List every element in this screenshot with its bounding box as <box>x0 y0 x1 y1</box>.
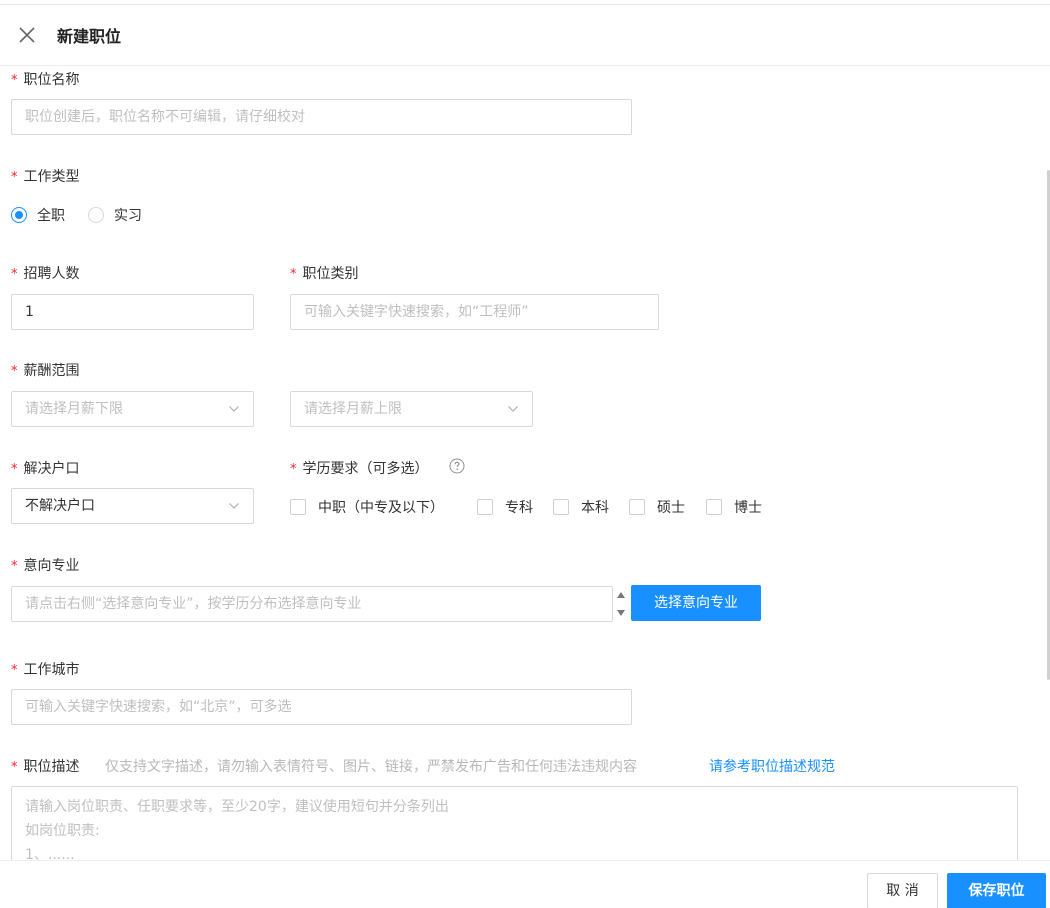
hukou-select[interactable]: 不解决户口 <box>11 488 254 524</box>
headcount-label: * 招聘人数 <box>11 266 80 282</box>
job-name-input[interactable]: 职位创建后，职位名称不可编辑，请仔细校对 <box>11 99 632 135</box>
checkbox-box <box>290 499 306 515</box>
job-category-label: * 职位类别 <box>290 266 359 282</box>
checkbox-box <box>477 499 493 515</box>
dialog-footer: 取 消 保存职位 <box>0 860 1050 908</box>
checkbox-doctor[interactable]: 博士 <box>706 497 762 517</box>
page-title: 新建职位 <box>57 27 122 46</box>
headcount-input[interactable]: 1 <box>11 294 254 330</box>
job-type-label: * 工作类型 <box>11 169 80 185</box>
description-label: * 职位描述 <box>11 759 80 775</box>
question-circle-icon[interactable] <box>449 458 465 474</box>
select-major-button[interactable]: 选择意向专业 <box>631 585 761 621</box>
checkbox-box <box>706 499 722 515</box>
chevron-down-icon <box>229 503 239 509</box>
checkbox-box <box>553 499 569 515</box>
radio-internship[interactable]: 实习 <box>88 205 142 225</box>
checkbox-bachelor[interactable]: 本科 <box>553 497 609 517</box>
job-category-input[interactable]: 可输入关键字快速搜索，如“工程师” <box>290 294 659 330</box>
city-input[interactable]: 可输入关键字快速搜索，如“北京”，可多选 <box>11 689 632 725</box>
checkbox-vocational[interactable]: 中职（中专及以下） <box>290 497 444 517</box>
chevron-down-icon <box>229 406 239 412</box>
save-job-button[interactable]: 保存职位 <box>947 873 1046 908</box>
radio-circle <box>88 207 104 223</box>
description-guide-link[interactable]: 请参考职位描述规范 <box>709 756 835 776</box>
checkbox-master[interactable]: 硕士 <box>629 497 685 517</box>
description-hint: 仅支持文字描述，请勿输入表情符号、图片、链接，严禁发布广告和任何违法违规内容 <box>105 759 637 775</box>
salary-min-select[interactable]: 请选择月薪下限 <box>11 391 254 427</box>
spinner-arrows-icon[interactable] <box>614 588 628 620</box>
radio-fulltime[interactable]: 全职 <box>11 205 65 225</box>
cancel-button[interactable]: 取 消 <box>867 873 938 908</box>
city-label: * 工作城市 <box>11 662 80 678</box>
dialog-header: 新建职位 <box>0 5 1050 66</box>
education-label: * 学历要求（可多选） <box>290 461 429 477</box>
description-textarea[interactable]: 请输入岗位职责、任职要求等，至少20字，建议使用短句并分条列出 如岗位职责: 1… <box>11 786 1018 866</box>
major-label: * 意向专业 <box>11 558 80 574</box>
checkbox-junior-college[interactable]: 专科 <box>477 497 533 517</box>
radio-circle-checked <box>11 207 27 223</box>
salary-label: * 薪酬范围 <box>11 363 80 379</box>
major-input[interactable]: 请点击右侧“选择意向专业”，按学历分布选择意向专业 <box>11 586 613 622</box>
close-icon[interactable] <box>17 25 37 45</box>
chevron-down-icon <box>508 406 518 412</box>
hukou-label: * 解决户口 <box>11 461 80 477</box>
salary-max-select[interactable]: 请选择月薪上限 <box>290 391 533 427</box>
checkbox-box <box>629 499 645 515</box>
job-name-label: * 职位名称 <box>11 72 80 88</box>
